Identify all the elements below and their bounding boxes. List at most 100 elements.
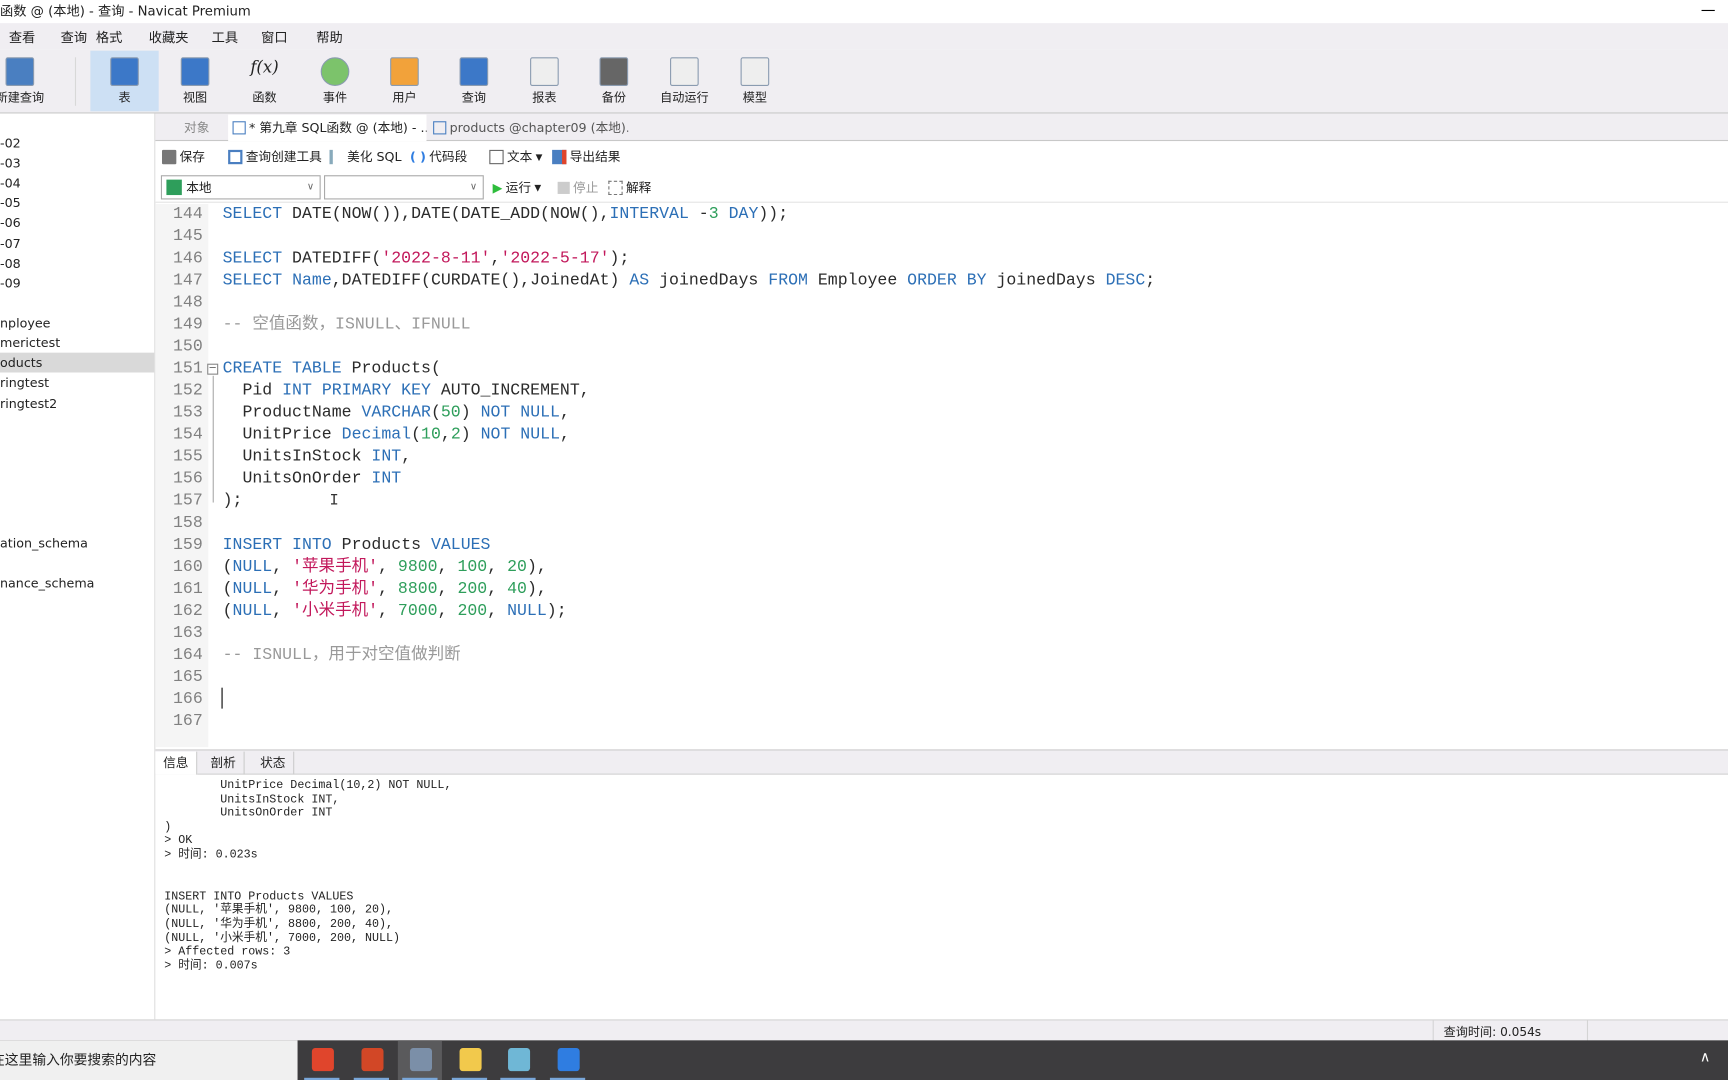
code-token: ProductName	[222, 403, 362, 423]
code-token: joinedDays	[986, 271, 1106, 290]
stop-button[interactable]: 停止	[557, 179, 598, 197]
result-tab-0[interactable]: 信息	[155, 751, 198, 775]
code-token: 200	[457, 579, 488, 599]
toolbar-button-6[interactable]: 查询	[440, 51, 508, 112]
toolbar-button-1[interactable]: 表	[90, 50, 159, 112]
code-line: CREATE TABLE Products(	[223, 358, 441, 380]
taskbar-app-0[interactable]	[300, 1040, 344, 1080]
menu-item-5[interactable]: 窗口	[261, 28, 287, 47]
code-token: '华为手机'	[292, 579, 379, 599]
taskbar-app-1[interactable]	[349, 1040, 393, 1080]
code-line: UnitsOnOrder INT	[223, 468, 401, 490]
navigator-item[interactable]: -04	[0, 173, 154, 193]
save-button[interactable]: 保存	[161, 148, 205, 166]
line-number: 163	[173, 623, 203, 643]
code-token: NULL	[232, 557, 273, 577]
code-token: ;	[1145, 271, 1156, 290]
navigator-item[interactable]: ringtest	[0, 372, 154, 392]
explain-button[interactable]: 解释	[608, 179, 651, 197]
navigator-item[interactable]: oducts	[0, 352, 155, 373]
line-number: 159	[173, 535, 203, 555]
navigator-item[interactable]: -03	[0, 153, 154, 173]
message-line: > 时间: 0.023s	[164, 848, 258, 862]
stop-icon	[557, 181, 570, 194]
model-icon	[740, 57, 770, 86]
navigator-item[interactable]: ation_schema	[0, 533, 154, 553]
menu-bar: 查看 查询 格式 收藏夹 工具 窗口 帮助	[0, 23, 1728, 50]
taskbar-app-2[interactable]	[397, 1040, 442, 1080]
navigator-item[interactable]: -08	[0, 253, 154, 273]
run-button[interactable]: ▶ 运行 ▼	[493, 179, 542, 197]
message-line: UnitPrice Decimal(10,2) NOT NULL,	[164, 779, 452, 793]
toolbar-button-8[interactable]: 备份	[580, 51, 648, 112]
code-snippet-button[interactable]: ( ) 代码段	[410, 148, 467, 166]
navigator-item[interactable]: -07	[0, 234, 154, 254]
sql-editor[interactable]: 144 145 146 147 148 149 150 151 152 153 154 155 156 1…	[155, 203, 1728, 748]
navigator-item[interactable]: ringtest2	[0, 393, 154, 413]
toolbar-button-3[interactable]: f(x) 函数	[230, 51, 298, 112]
taskbar-app-4[interactable]	[496, 1040, 540, 1080]
text-button[interactable]: 文本 ▼	[489, 148, 542, 166]
taskbar-app-3[interactable]	[447, 1040, 491, 1080]
code-line: (NULL, '华为手机', 8800, 200, 40),	[223, 579, 547, 601]
minimize-icon[interactable]	[1701, 9, 1715, 12]
toolbar-button-7[interactable]: 报表	[510, 51, 578, 112]
toolbar-button-9[interactable]: 自动运行	[650, 51, 718, 112]
taskbar-app-5[interactable]	[546, 1040, 590, 1080]
export-result-button[interactable]: 导出结果	[552, 148, 620, 166]
connection-row: 本地 ∨ ∨ ▶ 运行 ▼ 停止 解释	[155, 171, 1728, 203]
navigator-item[interactable]: -06	[0, 213, 154, 233]
menu-item-6[interactable]: 帮助	[316, 28, 342, 47]
message-line: INSERT INTO Products VALUES	[164, 890, 354, 904]
menu-item-1[interactable]: 查询	[61, 28, 87, 47]
connection-select[interactable]: 本地 ∨	[160, 175, 321, 200]
code-token: AUTO_INCREMENT,	[430, 381, 590, 401]
code-token: 7000	[397, 601, 438, 621]
fold-collapse-icon[interactable]: −	[207, 363, 219, 375]
code-token: ,	[437, 557, 458, 577]
menu-item-4[interactable]: 工具	[212, 28, 238, 47]
result-tab-2[interactable]: 状态	[252, 751, 295, 775]
toolbar-label: 查询	[461, 90, 486, 105]
menu-item-3[interactable]: 收藏夹	[149, 28, 189, 47]
query-builder-button[interactable]: 查询创建工具	[228, 148, 322, 166]
toolbar-button-4[interactable]: 事件	[301, 51, 369, 112]
navigator-item[interactable]: -05	[0, 193, 154, 213]
message-line: UnitsOnOrder INT	[164, 806, 333, 821]
toolbar-button-0[interactable]: 新建查询	[0, 51, 54, 112]
line-number: 160	[173, 557, 203, 577]
code-token: ,DATEDIFF(CURDATE(),JoinedAt)	[331, 271, 630, 290]
toolbar-button-10[interactable]: 模型	[721, 51, 789, 112]
tab-1[interactable]: * 第九章 SQL函数 @ (本地) - ...	[228, 114, 427, 142]
code-token: '苹果手机'	[292, 557, 379, 577]
toolbar-label: 新建查询	[0, 90, 45, 105]
tab-label: * 第九章 SQL函数 @ (本地) - ...	[249, 120, 427, 136]
main-toolbar: 新建查询 表 视图 f(x) 函数 事件 用户 查询 报表 备份 自动运行 模型	[0, 49, 1728, 114]
navigator-item[interactable]: nance_schema	[0, 573, 154, 593]
code-token: ,	[487, 601, 508, 621]
toolbar-button-2[interactable]: 视图	[161, 51, 229, 112]
line-number: 147	[173, 271, 203, 290]
menu-item-0[interactable]: 查看	[9, 28, 35, 47]
code-token: UnitPrice	[222, 425, 342, 445]
navigator-item[interactable]: -09	[0, 273, 154, 293]
taskbar-search[interactable]: 在这里输入你要搜索的内容	[0, 1040, 298, 1080]
toolbar-label: 表	[118, 90, 131, 105]
code-token: ,	[272, 601, 293, 621]
navigator-item[interactable]: merictest	[0, 333, 154, 353]
code-token: ,	[437, 579, 458, 599]
tab-0[interactable]: 对象	[163, 115, 226, 141]
code-token: ,	[487, 579, 508, 599]
chevron-down-icon: ∨	[469, 181, 478, 193]
toolbar-label: 自动运行	[660, 90, 709, 105]
navigator-item[interactable]: -02	[0, 133, 154, 153]
toolbar-button-5[interactable]: 用户	[370, 51, 438, 112]
result-tab-1[interactable]: 剖析	[203, 751, 245, 775]
line-number: 149	[173, 315, 203, 334]
database-select[interactable]: ∨	[323, 175, 484, 200]
navigator-item[interactable]: nployee	[0, 313, 154, 333]
menu-item-2[interactable]: 格式	[96, 28, 122, 47]
beautify-sql-button[interactable]: 美化 SQL	[329, 148, 402, 166]
tray-chevron-up-icon[interactable]: ∧	[1700, 1049, 1710, 1066]
tab-2[interactable]: products @chapter09 (本地)...	[429, 115, 628, 141]
